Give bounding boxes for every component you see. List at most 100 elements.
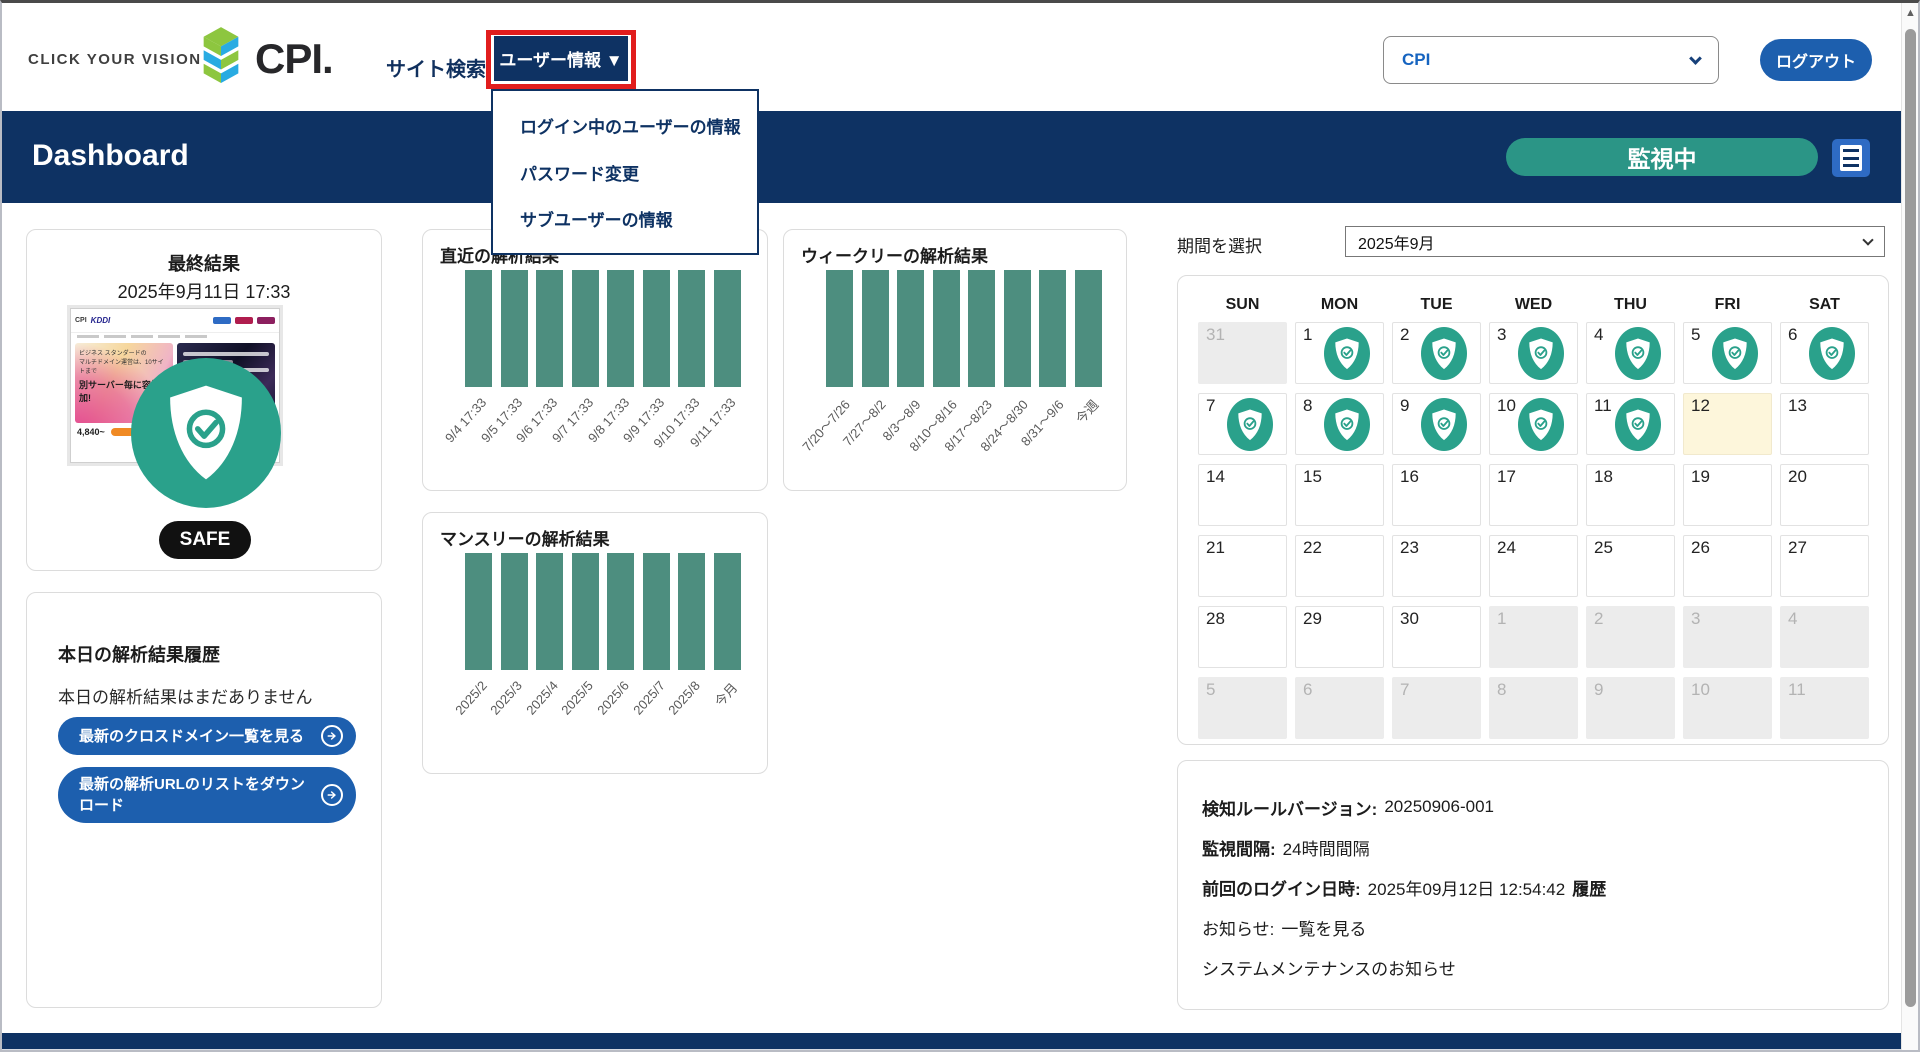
day-number: 30 bbox=[1400, 609, 1419, 629]
calendar-day-cell[interactable]: 12 bbox=[1683, 393, 1772, 455]
calendar-day-cell[interactable]: 24 bbox=[1489, 535, 1578, 597]
period-select[interactable]: 2025年9月 bbox=[1345, 226, 1885, 257]
scrollbar[interactable]: ▲ bbox=[1901, 3, 1918, 1052]
user-menu-item-0[interactable]: ログイン中のユーザーの情報 bbox=[493, 113, 757, 138]
thumbnail-kddi-logo: KDDI bbox=[91, 316, 111, 325]
calendar-day-cell[interactable]: 20 bbox=[1780, 464, 1869, 526]
cpi-logo-icon bbox=[195, 25, 247, 92]
monitoring-status-button[interactable]: 監視中 bbox=[1506, 138, 1818, 176]
day-header: FRI bbox=[1683, 296, 1772, 314]
logout-button[interactable]: ログアウト bbox=[1760, 39, 1872, 81]
today-history-actions: 最新のクロスドメイン一覧を見る最新の解析URLのリストをダウンロード bbox=[58, 717, 356, 823]
calendar-day-cell[interactable]: 21 bbox=[1198, 535, 1287, 597]
menu-list-button[interactable] bbox=[1832, 139, 1870, 177]
chart-title: マンスリーの解析結果 bbox=[440, 525, 610, 550]
history-action-button-1[interactable]: 最新の解析URLのリストをダウンロード bbox=[58, 767, 356, 823]
calendar-day-cell[interactable]: 4 bbox=[1586, 322, 1675, 384]
today-history-empty-message: 本日の解析結果はまだありません bbox=[58, 683, 313, 708]
info-link[interactable]: システムメンテナンスのお知らせ bbox=[1202, 955, 1456, 980]
period-select-value: 2025年9月 bbox=[1358, 230, 1864, 254]
calendar-day-cell[interactable]: 6 bbox=[1780, 322, 1869, 384]
calendar-day-cell[interactable]: 25 bbox=[1586, 535, 1675, 597]
bar bbox=[1039, 270, 1066, 387]
calendar-day-cell[interactable]: 29 bbox=[1295, 606, 1384, 668]
calendar-day-cell[interactable]: 3 bbox=[1489, 322, 1578, 384]
user-info-button[interactable]: ユーザー情報 ▼ bbox=[494, 36, 628, 81]
recent-results-chart-card: 直近の解析結果 9/4 17:339/5 17:339/6 17:339/7 1… bbox=[422, 229, 768, 491]
shield-check-icon bbox=[1615, 327, 1661, 380]
banner-text: マルチドメイン運営は、10サイトまで bbox=[79, 357, 169, 375]
calendar-day-cell[interactable]: 2 bbox=[1392, 322, 1481, 384]
bar-tick-label: 7/20〜7/26 bbox=[797, 395, 854, 455]
calendar-day-cell[interactable]: 26 bbox=[1683, 535, 1772, 597]
day-number: 2 bbox=[1400, 325, 1409, 345]
bar bbox=[826, 270, 853, 387]
bar-column: 8/17〜8/23 bbox=[968, 270, 995, 387]
calendar-day-cell[interactable]: 28 bbox=[1198, 606, 1287, 668]
weekly-results-chart-card: ウィークリーの解析結果 7/20〜7/267/27〜8/28/3〜8/98/10… bbox=[783, 229, 1127, 491]
bar bbox=[501, 270, 528, 387]
calendar-day-cell[interactable]: 5 bbox=[1683, 322, 1772, 384]
calendar-day-cell[interactable]: 22 bbox=[1295, 535, 1384, 597]
chevron-down-icon bbox=[1862, 234, 1873, 245]
calendar-day-cell[interactable]: 17 bbox=[1489, 464, 1578, 526]
history-action-button-0[interactable]: 最新のクロスドメイン一覧を見る bbox=[58, 717, 356, 755]
user-menu-item-2[interactable]: サブユーザーの情報 bbox=[493, 206, 757, 231]
day-number: 22 bbox=[1303, 538, 1322, 558]
bar-column: 9/9 17:33 bbox=[643, 270, 670, 387]
calendar-day-cell[interactable]: 30 bbox=[1392, 606, 1481, 668]
day-number: 18 bbox=[1594, 467, 1613, 487]
footer-bar bbox=[2, 1033, 1920, 1049]
day-number: 13 bbox=[1788, 396, 1807, 416]
brand-tagline: CLICK YOUR VISION bbox=[28, 51, 202, 68]
info-link[interactable]: 一覧を見る bbox=[1281, 915, 1366, 940]
calendar-day-cell: 5 bbox=[1198, 677, 1287, 739]
calendar-day-cell[interactable]: 18 bbox=[1586, 464, 1675, 526]
day-number: 20 bbox=[1788, 467, 1807, 487]
calendar-day-cell[interactable]: 23 bbox=[1392, 535, 1481, 597]
bar-chart: 9/4 17:339/5 17:339/6 17:339/7 17:339/8 … bbox=[465, 270, 741, 387]
calendar-day-cell[interactable]: 19 bbox=[1683, 464, 1772, 526]
scrollbar-thumb[interactable] bbox=[1905, 29, 1916, 1007]
calendar-day-cell[interactable]: 13 bbox=[1780, 393, 1869, 455]
calendar-day-cell[interactable]: 1 bbox=[1295, 322, 1384, 384]
day-number: 14 bbox=[1206, 467, 1225, 487]
bar-column: 8/3〜8/9 bbox=[897, 270, 924, 387]
calendar-day-cell[interactable]: 10 bbox=[1489, 393, 1578, 455]
bar-column: 9/5 17:33 bbox=[501, 270, 528, 387]
shield-check-icon bbox=[1324, 327, 1370, 380]
bar-column: 今月 bbox=[714, 553, 741, 670]
user-menu-item-1[interactable]: パスワード変更 bbox=[493, 160, 757, 185]
info-line: 前回のログイン日時:2025年09月12日 12:54:42履歴 bbox=[1202, 867, 1888, 907]
today-history-title: 本日の解析結果履歴 bbox=[58, 641, 220, 667]
calendar-day-cell[interactable]: 27 bbox=[1780, 535, 1869, 597]
day-number: 27 bbox=[1788, 538, 1807, 558]
calendar-day-cell[interactable]: 7 bbox=[1198, 393, 1287, 455]
calendar-day-cell[interactable]: 9 bbox=[1392, 393, 1481, 455]
account-select[interactable]: CPI bbox=[1383, 36, 1719, 84]
day-number: 10 bbox=[1497, 396, 1516, 416]
bar-column: 9/7 17:33 bbox=[572, 270, 599, 387]
calendar-day-cell[interactable]: 8 bbox=[1295, 393, 1384, 455]
bar-column: 2025/4 bbox=[536, 553, 563, 670]
day-number: 19 bbox=[1691, 467, 1710, 487]
day-number: 17 bbox=[1497, 467, 1516, 487]
bar-column: 2025/8 bbox=[678, 553, 705, 670]
site-search-link[interactable]: サイト検索 bbox=[386, 53, 486, 82]
bar bbox=[465, 270, 492, 387]
calendar-day-cell[interactable]: 14 bbox=[1198, 464, 1287, 526]
scroll-up-icon[interactable]: ▲ bbox=[1905, 8, 1916, 19]
calendar-day-cell[interactable]: 15 bbox=[1295, 464, 1384, 526]
bar bbox=[607, 553, 634, 670]
header: CLICK YOUR VISION CPI. サイト検索 ユーザー情報 ▼ ログ… bbox=[2, 3, 1906, 111]
day-number: 3 bbox=[1497, 325, 1506, 345]
calendar-day-cell[interactable]: 16 bbox=[1392, 464, 1481, 526]
calendar-day-cell[interactable]: 11 bbox=[1586, 393, 1675, 455]
bar-chart: 7/20〜7/267/27〜8/28/3〜8/98/10〜8/168/17〜8/… bbox=[826, 270, 1102, 387]
day-header: SAT bbox=[1780, 296, 1869, 314]
info-link[interactable]: 履歴 bbox=[1572, 875, 1606, 900]
bar bbox=[1075, 270, 1102, 387]
day-number: 11 bbox=[1594, 396, 1612, 416]
chart-title: ウィークリーの解析結果 bbox=[801, 242, 988, 267]
info-value: 2025年09月12日 12:54:42 bbox=[1368, 875, 1566, 900]
